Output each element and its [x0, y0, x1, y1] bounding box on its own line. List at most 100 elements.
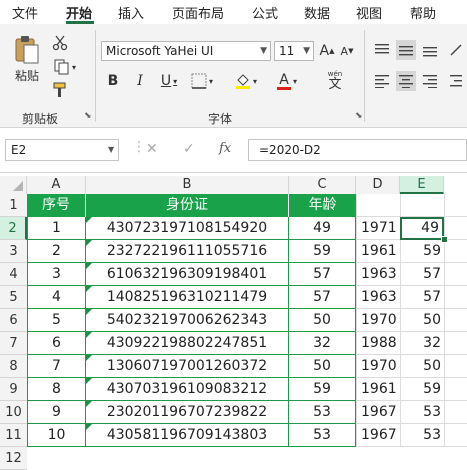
row-header-2[interactable]: 2	[0, 217, 27, 240]
error-indicator-icon[interactable]	[86, 309, 92, 315]
column-header-b[interactable]: B	[86, 176, 289, 194]
row-header-7[interactable]: 7	[0, 332, 27, 355]
italic-button[interactable]: I	[131, 71, 149, 91]
font-size-select[interactable]: 11 ▼	[274, 41, 314, 61]
cell-birth-year[interactable]: 1961	[356, 240, 400, 263]
dialog-launcher-icon[interactable]: ⬊	[355, 111, 363, 121]
align-top-button[interactable]	[372, 40, 392, 60]
error-indicator-icon[interactable]	[86, 217, 92, 223]
cell-seq[interactable]: 10	[27, 424, 86, 447]
chevron-down-icon[interactable]: ▼	[108, 145, 114, 154]
align-center-button[interactable]	[396, 71, 416, 91]
cut-button[interactable]	[50, 33, 70, 53]
row-header-5[interactable]: 5	[0, 286, 27, 309]
tab-file[interactable]: 文件	[12, 3, 38, 22]
cell-age[interactable]: 59	[289, 240, 356, 263]
orientation-button[interactable]	[446, 40, 466, 60]
cell-id-number[interactable]: 540232197006262343	[86, 309, 289, 332]
cell-seq[interactable]: 5	[27, 309, 86, 332]
cell-age-calc[interactable]: 50	[400, 355, 444, 378]
insert-function-button[interactable]: fx	[219, 141, 231, 156]
align-middle-button[interactable]	[396, 40, 416, 60]
cell-birth-year[interactable]: 1963	[356, 263, 400, 286]
cell-birth-year[interactable]: 1988	[356, 332, 400, 355]
tab-help[interactable]: 帮助	[410, 3, 436, 22]
error-indicator-icon[interactable]	[86, 424, 92, 430]
row-header-12[interactable]: 12	[0, 447, 27, 470]
cell-age[interactable]: 53	[289, 424, 356, 447]
align-bottom-button[interactable]	[420, 40, 440, 60]
formula-input[interactable]: =2020-D2	[248, 139, 467, 161]
tab-formulas[interactable]: 公式	[252, 3, 278, 22]
fill-handle[interactable]	[441, 236, 448, 243]
table-header-seq[interactable]: 序号	[27, 194, 86, 217]
cell-seq[interactable]: 7	[27, 355, 86, 378]
indent-button[interactable]	[446, 71, 466, 91]
cell-age-calc[interactable]: 57	[400, 286, 444, 309]
cell-id-number[interactable]: 430703196109083212	[86, 378, 289, 401]
row-header-6[interactable]: 6	[0, 309, 27, 332]
cell-birth-year[interactable]: 1971	[356, 217, 400, 240]
table-header-id[interactable]: 身份证	[86, 194, 289, 217]
cell-seq[interactable]: 2	[27, 240, 86, 263]
cell-age[interactable]: 49	[289, 217, 356, 240]
error-indicator-icon[interactable]	[86, 378, 92, 384]
cell-id-number[interactable]: 430581196709143803	[86, 424, 289, 447]
copy-button[interactable]: ▾	[50, 57, 80, 77]
borders-button[interactable]: ▾	[187, 71, 217, 91]
error-indicator-icon[interactable]	[86, 263, 92, 269]
cell-id-number[interactable]: 230201196707239822	[86, 401, 289, 424]
cell-id-number[interactable]: 610632196309198401	[86, 263, 289, 286]
row-header-4[interactable]: 4	[0, 263, 27, 286]
tab-data[interactable]: 数据	[304, 3, 330, 22]
cell-id-number[interactable]: 430723197108154920	[86, 217, 289, 240]
cell-birth-year[interactable]: 1967	[356, 424, 400, 447]
cell-birth-year[interactable]: 1967	[356, 401, 400, 424]
tab-view[interactable]: 视图	[356, 3, 382, 22]
cell-age-calc[interactable]: 57	[400, 263, 444, 286]
row-header-8[interactable]: 8	[0, 355, 27, 378]
cell-id-number[interactable]: 430922198802247851	[86, 332, 289, 355]
cell-birth-year[interactable]: 1961	[356, 378, 400, 401]
bold-button[interactable]: B	[104, 71, 122, 91]
align-right-button[interactable]	[420, 71, 440, 91]
cell-id-number[interactable]: 140825196310211479	[86, 286, 289, 309]
font-name-select[interactable]: Microsoft YaHei UI ▼	[101, 41, 271, 61]
cell-seq[interactable]: 6	[27, 332, 86, 355]
name-box[interactable]: E2	[5, 139, 119, 161]
cell-age[interactable]: 57	[289, 263, 356, 286]
cell-age-calc[interactable]: 53	[400, 401, 444, 424]
cell-age[interactable]: 53	[289, 401, 356, 424]
fill-color-button[interactable]: ▾	[231, 71, 261, 91]
cell-seq[interactable]: 1	[27, 217, 86, 240]
cell-age[interactable]: 50	[289, 309, 356, 332]
row-header-3[interactable]: 3	[0, 240, 27, 263]
row-header-9[interactable]: 9	[0, 378, 27, 401]
align-left-button[interactable]	[372, 71, 392, 91]
row-header-1[interactable]: 1	[0, 194, 27, 217]
tab-home[interactable]: 开始	[66, 3, 92, 22]
selected-cell[interactable]: 49	[400, 217, 444, 240]
font-color-button[interactable]: A ▾	[272, 71, 302, 91]
cell-seq[interactable]: 9	[27, 401, 86, 424]
cell-birth-year[interactable]: 1963	[356, 286, 400, 309]
grow-font-button[interactable]: A ▲	[318, 41, 336, 61]
tab-insert[interactable]: 插入	[118, 3, 144, 22]
error-indicator-icon[interactable]	[86, 401, 92, 407]
cell-age[interactable]: 32	[289, 332, 356, 355]
cancel-button[interactable]: ✕	[146, 141, 158, 157]
underline-button[interactable]: U ▾	[156, 71, 182, 91]
cell-id-number[interactable]: 130607197001260372	[86, 355, 289, 378]
column-header-e[interactable]: E	[400, 176, 444, 194]
enter-button[interactable]: ✓	[183, 141, 195, 157]
row-header-10[interactable]: 10	[0, 401, 27, 424]
cell-age[interactable]: 50	[289, 355, 356, 378]
cell-seq[interactable]: 3	[27, 263, 86, 286]
phonetic-guide-button[interactable]: wén 文	[318, 68, 352, 94]
shrink-font-button[interactable]: A ▼	[338, 41, 356, 61]
format-painter-button[interactable]	[50, 80, 70, 100]
cell-age-calc[interactable]: 50	[400, 309, 444, 332]
cell-age[interactable]: 59	[289, 378, 356, 401]
cell-age-calc[interactable]: 59	[400, 378, 444, 401]
cell-birth-year[interactable]: 1970	[356, 355, 400, 378]
